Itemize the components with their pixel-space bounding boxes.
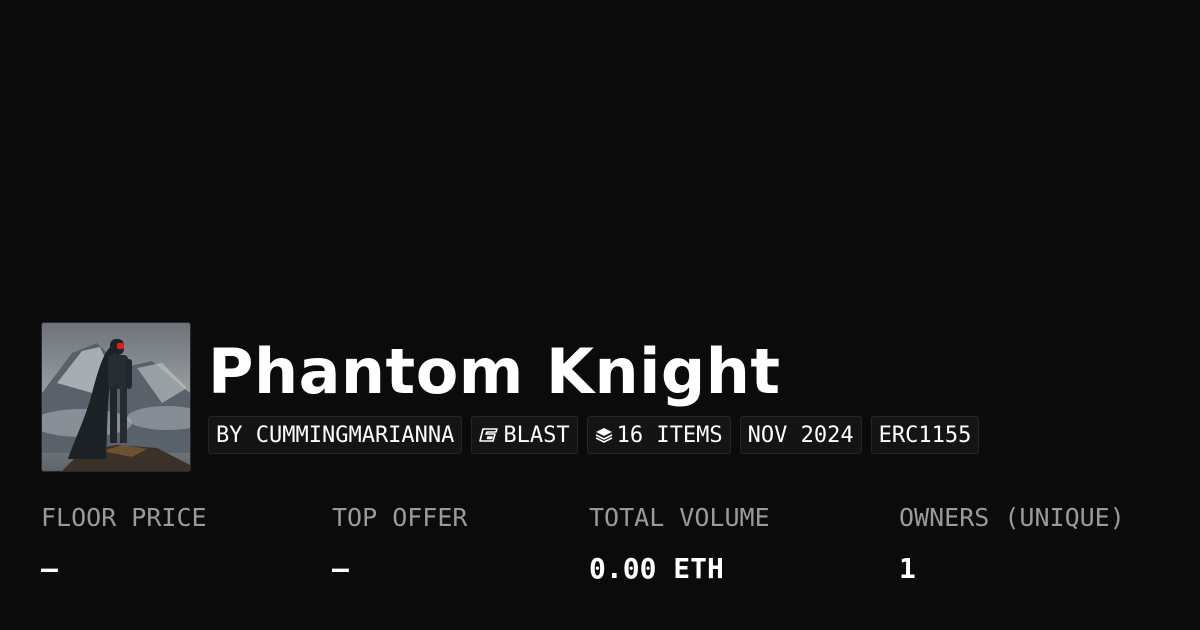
title-block: Phantom Knight BY CUMMINGMARIANNA BLAST xyxy=(208,322,980,472)
blast-logo-icon xyxy=(479,427,499,443)
owners-label: OWNERS (UNIQUE) xyxy=(899,503,1125,532)
total-volume-value: 0.00 ETH xyxy=(589,552,724,585)
standard-tag: ERC1155 xyxy=(870,416,980,454)
owners-stat: OWNERS (UNIQUE) 1 xyxy=(899,503,1125,585)
knight-artwork xyxy=(42,323,190,471)
floor-price-stat: FLOOR PRICE — xyxy=(41,503,207,585)
owners-value: 1 xyxy=(899,552,916,585)
tag-row: BY CUMMINGMARIANNA BLAST 16 ITEMS NOV 20… xyxy=(208,416,980,454)
date-label: NOV 2024 xyxy=(747,422,854,448)
items-tag[interactable]: 16 ITEMS xyxy=(586,416,731,454)
collection-avatar xyxy=(41,322,191,472)
floor-price-label: FLOOR PRICE xyxy=(41,503,207,532)
layers-icon xyxy=(595,426,613,444)
total-volume-label: TOTAL VOLUME xyxy=(589,503,770,532)
total-volume-stat: TOTAL VOLUME 0.00 ETH xyxy=(589,503,770,585)
creator-tag[interactable]: BY CUMMINGMARIANNA xyxy=(208,416,463,454)
top-offer-label: TOP OFFER xyxy=(332,503,468,532)
top-offer-stat: TOP OFFER — xyxy=(332,503,467,585)
items-label: 16 ITEMS xyxy=(616,422,723,448)
date-tag: NOV 2024 xyxy=(739,416,862,454)
creator-label: BY CUMMINGMARIANNA xyxy=(216,422,455,448)
collection-header: Phantom Knight BY CUMMINGMARIANNA BLAST xyxy=(41,322,980,472)
standard-label: ERC1155 xyxy=(878,422,972,448)
floor-price-value: — xyxy=(41,552,58,585)
chain-tag[interactable]: BLAST xyxy=(471,416,578,454)
chain-label: BLAST xyxy=(503,422,570,448)
top-offer-value: — xyxy=(332,552,349,585)
collection-title: Phantom Knight xyxy=(208,335,781,408)
